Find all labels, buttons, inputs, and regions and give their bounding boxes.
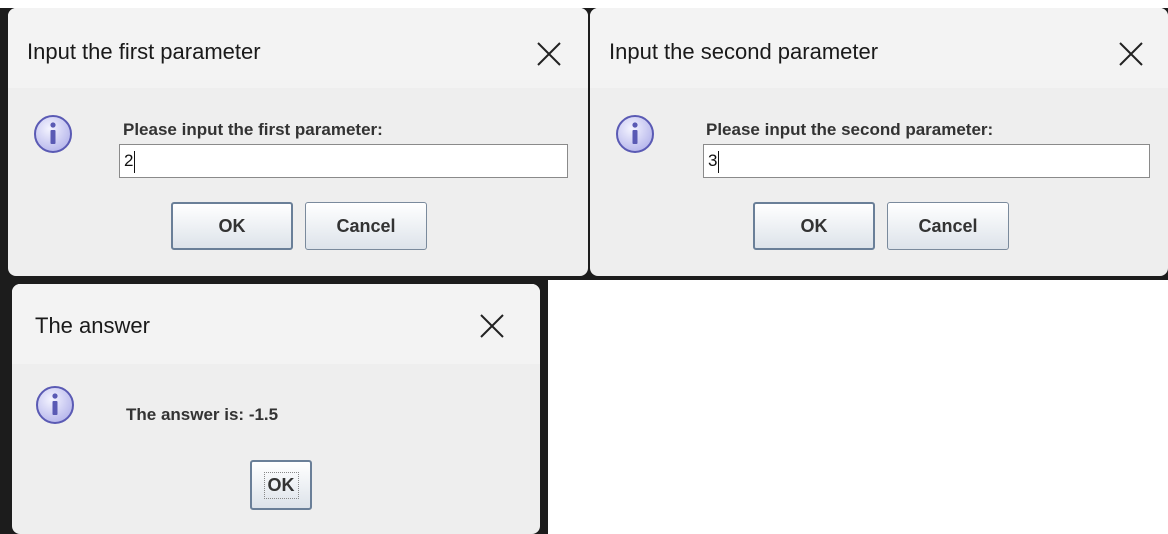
titlebar: Input the first parameter xyxy=(8,8,588,88)
dialog-title: Input the first parameter xyxy=(27,39,261,64)
input-value: 3 xyxy=(708,151,718,170)
cancel-label: Cancel xyxy=(918,215,978,236)
ok-label: OK xyxy=(218,215,246,236)
cancel-button[interactable]: Cancel xyxy=(887,202,1009,250)
input-value: 2 xyxy=(124,151,134,170)
info-icon xyxy=(614,113,656,155)
second-parameter-dialog: Input the second parameter Please input … xyxy=(590,8,1168,276)
info-icon xyxy=(34,384,76,426)
text-caret xyxy=(134,150,136,173)
titlebar: The answer xyxy=(12,284,540,364)
dialog-title: Input the second parameter xyxy=(609,39,879,64)
close-icon xyxy=(480,314,504,338)
close-button[interactable] xyxy=(535,40,563,68)
ok-button[interactable]: OK xyxy=(753,202,875,250)
close-button[interactable] xyxy=(1117,40,1145,68)
text-caret xyxy=(718,150,720,173)
close-icon xyxy=(1119,42,1143,66)
prompt-label: Please input the first parameter: xyxy=(123,120,383,139)
parameter-input[interactable]: 3 xyxy=(703,144,1150,178)
close-button[interactable] xyxy=(478,312,506,340)
prompt-label: Please input the second parameter: xyxy=(706,120,994,139)
dialog-title: The answer xyxy=(35,313,150,338)
info-icon xyxy=(32,113,74,155)
cancel-button[interactable]: Cancel xyxy=(305,202,427,250)
white-area xyxy=(0,0,1168,8)
ok-label: OK xyxy=(800,215,828,236)
answer-label: The answer is: -1.5 xyxy=(126,405,279,424)
white-area xyxy=(548,280,1168,534)
titlebar: Input the second parameter xyxy=(590,8,1168,88)
first-parameter-dialog: Input the first parameter Please input t… xyxy=(8,8,588,276)
close-icon xyxy=(537,42,561,66)
ok-button[interactable]: OK xyxy=(171,202,293,250)
parameter-input[interactable]: 2 xyxy=(119,144,568,178)
cancel-label: Cancel xyxy=(336,215,396,236)
ok-button[interactable]: OK xyxy=(250,460,312,510)
answer-dialog: The answer The answer is: -1.5 OK xyxy=(12,284,540,534)
ok-label: OK xyxy=(263,471,299,499)
